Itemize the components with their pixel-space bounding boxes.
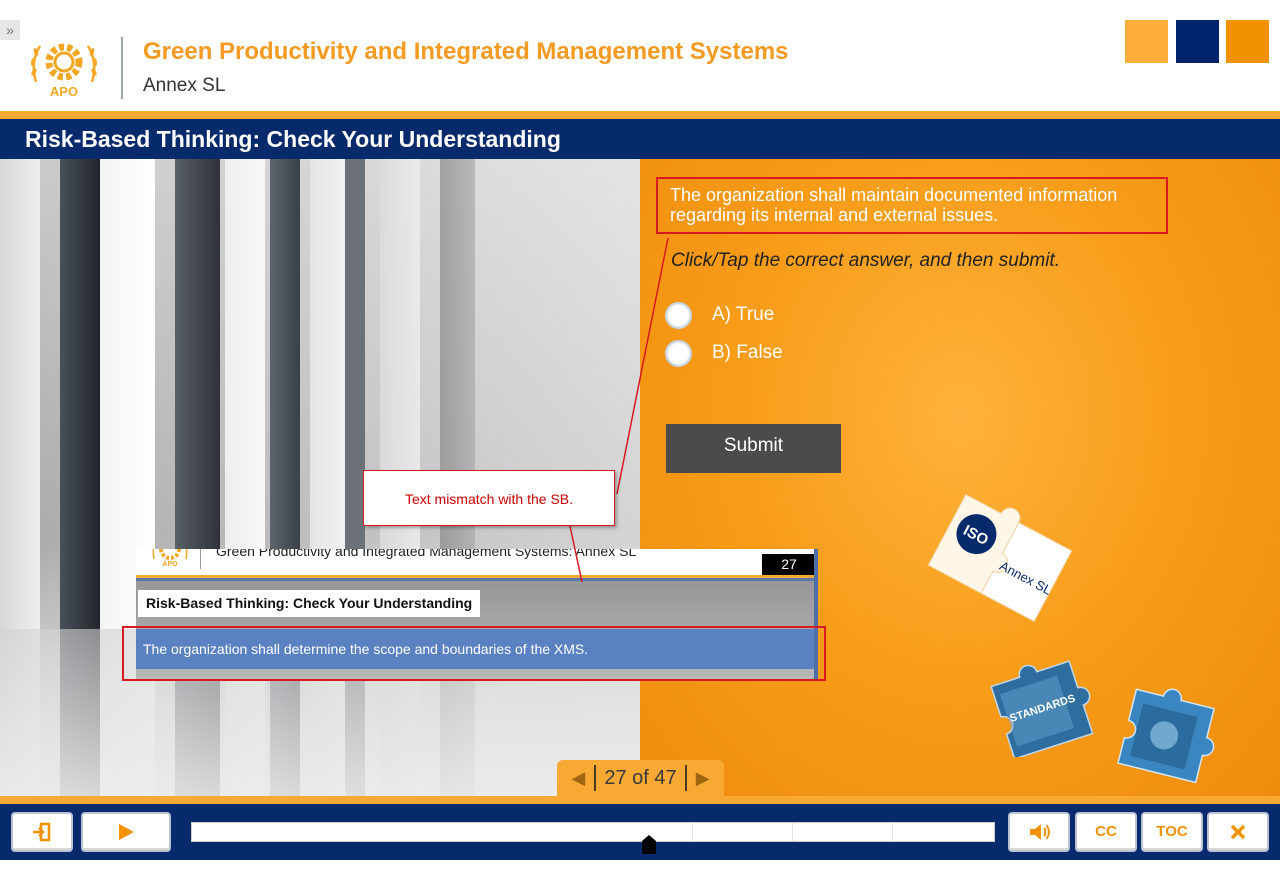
sb-stripe [136, 575, 814, 581]
instruction-text: Click/Tap the correct answer, and then s… [671, 250, 1060, 271]
sb-logo-text: APO [162, 561, 178, 568]
radio-button-b[interactable] [665, 339, 692, 367]
progress-scrubber-handle[interactable] [639, 833, 659, 855]
decor-square-light-orange [1125, 20, 1168, 63]
sb-slide-title: Risk-Based Thinking: Check Your Understa… [138, 590, 481, 617]
table-of-contents-button[interactable]: TOC [1141, 812, 1203, 852]
next-page-icon[interactable]: ▶ [691, 768, 715, 789]
speaker-icon [1030, 824, 1050, 841]
nav-separator [594, 765, 597, 791]
submit-button[interactable]: Submit [666, 424, 841, 473]
apo-logo: APO [30, 43, 98, 99]
exit-button[interactable] [11, 812, 73, 852]
decor-square-navy [1176, 20, 1219, 63]
sb-apo-logo: APO [152, 549, 188, 568]
exit-icon [33, 822, 51, 842]
audio-button[interactable] [1008, 812, 1070, 852]
footer-accent-strip [0, 796, 1280, 804]
play-icon [119, 824, 134, 841]
decor-square-orange [1226, 20, 1269, 63]
option-b[interactable]: B) False [665, 339, 783, 367]
page-navigator: ◀ 27 of 47 ▶ [557, 760, 724, 796]
play-button[interactable] [81, 812, 171, 852]
course-title: Green Productivity and Integrated Manage… [143, 38, 789, 65]
sb-divider [200, 549, 201, 569]
closed-captions-button[interactable]: CC [1075, 812, 1137, 852]
close-button[interactable] [1207, 812, 1269, 852]
standards-puzzle-image: STANDARDS [990, 660, 1094, 757]
radio-button-a[interactable] [665, 301, 692, 329]
annotation-callout: Text mismatch with the SB. [363, 470, 615, 526]
blue-puzzle-image [1117, 688, 1215, 784]
iso-annex-puzzle-image: ISO Annex SL [927, 493, 1073, 623]
annotation-highlight-question [656, 177, 1168, 234]
option-a-label[interactable]: A) True [712, 304, 774, 326]
page-counter: 27 of 47 [604, 766, 677, 789]
sb-header-text: Green Productivity and Integrated Manage… [216, 549, 637, 559]
option-b-label[interactable]: B) False [712, 342, 783, 364]
slide-title: Risk-Based Thinking: Check Your Understa… [25, 126, 561, 152]
nav-separator [684, 765, 687, 791]
expand-sidebar-button[interactable]: » [0, 20, 20, 40]
prev-page-icon[interactable]: ◀ [566, 768, 590, 789]
option-a[interactable]: A) True [665, 301, 774, 329]
sb-page-number: 27 [762, 554, 814, 575]
annotation-highlight-storyboard [122, 626, 826, 681]
progress-bar[interactable] [191, 822, 995, 842]
logo-text: APO [50, 84, 78, 99]
close-icon [1230, 824, 1246, 840]
header-accent-strip [0, 111, 1280, 119]
course-subtitle: Annex SL [143, 75, 226, 96]
header-divider [121, 37, 123, 99]
